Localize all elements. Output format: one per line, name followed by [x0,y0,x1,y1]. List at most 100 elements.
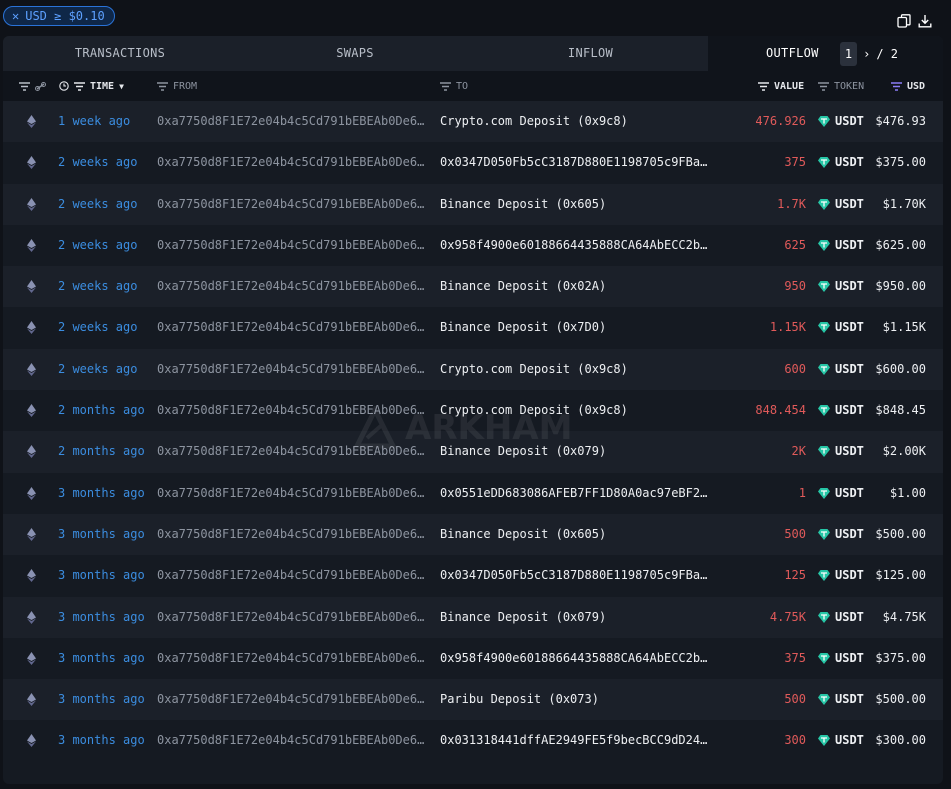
to-address[interactable]: Crypto.com Deposit (0x9c8) [440,390,713,431]
tab-outflow[interactable]: OUTFLOW [708,36,943,71]
token-cell[interactable]: USDT [818,679,864,720]
from-address[interactable]: 0xa7750d8F1E72e04b4c5Cd791bEBEAb0De6… [157,307,427,348]
filter-icon[interactable] [19,81,30,91]
time-link[interactable]: 3 months ago [58,597,145,638]
table-row[interactable]: 3 months ago 0xa7750d8F1E72e04b4c5Cd791bE… [3,679,943,721]
from-address[interactable]: 0xa7750d8F1E72e04b4c5Cd791bEBEAb0De6… [157,142,427,183]
token-cell[interactable]: USDT [818,225,864,266]
from-address[interactable]: 0xa7750d8F1E72e04b4c5Cd791bEBEAb0De6… [157,431,427,472]
copy-icon[interactable] [897,14,911,28]
token-cell[interactable]: USDT [818,307,864,348]
time-link[interactable]: 2 months ago [58,390,145,431]
time-link[interactable]: 3 months ago [58,638,145,679]
time-link[interactable]: 2 weeks ago [58,184,137,225]
table-row[interactable]: 3 months ago 0xa7750d8F1E72e04b4c5Cd791bE… [3,720,943,762]
time-filter-icon[interactable] [74,81,85,91]
from-address[interactable]: 0xa7750d8F1E72e04b4c5Cd791bEBEAb0De6… [157,225,427,266]
to-address[interactable]: Binance Deposit (0x079) [440,597,713,638]
to-address[interactable]: Binance Deposit (0x605) [440,184,713,225]
from-address[interactable]: 0xa7750d8F1E72e04b4c5Cd791bEBEAb0De6… [157,266,427,307]
table-row[interactable]: 3 months ago 0xa7750d8F1E72e04b4c5Cd791bE… [3,513,943,556]
table-row[interactable]: 2 weeks ago 0xa7750d8F1E72e04b4c5Cd791bEB… [3,348,943,391]
time-column-header[interactable]: TIME ▼ [59,71,124,101]
token-cell[interactable]: USDT [818,473,864,514]
table-row[interactable]: 2 weeks ago 0xa7750d8F1E72e04b4c5Cd791bEB… [3,142,943,184]
to-address[interactable]: 0x0347D050Fb5cC3187D880E1198705c9FBa… [440,142,713,183]
from-column-header[interactable]: FROM [157,71,197,101]
link-icon[interactable] [35,81,46,91]
to-address[interactable]: Crypto.com Deposit (0x9c8) [440,349,713,390]
time-link[interactable]: 2 weeks ago [58,142,137,183]
table-row[interactable]: 3 months ago 0xa7750d8F1E72e04b4c5Cd791bE… [3,472,943,514]
token-cell[interactable]: USDT [818,720,864,761]
next-page-chevron-icon[interactable]: › [863,47,870,61]
to-address[interactable]: Binance Deposit (0x079) [440,431,713,472]
from-address[interactable]: 0xa7750d8F1E72e04b4c5Cd791bEBEAb0De6… [157,638,427,679]
table-row[interactable]: 3 months ago 0xa7750d8F1E72e04b4c5Cd791bE… [3,555,943,597]
from-address[interactable]: 0xa7750d8F1E72e04b4c5Cd791bEBEAb0De6… [157,473,427,514]
current-page[interactable]: 1 [839,42,858,66]
token-cell[interactable]: USDT [818,349,864,390]
token-cell[interactable]: USDT [818,184,864,225]
time-link[interactable]: 2 weeks ago [58,266,137,307]
from-address[interactable]: 0xa7750d8F1E72e04b4c5Cd791bEBEAb0De6… [157,679,427,720]
table-row[interactable]: 3 months ago 0xa7750d8F1E72e04b4c5Cd791bE… [3,637,943,680]
token-cell[interactable]: USDT [818,142,864,183]
table-row[interactable]: 3 months ago 0xa7750d8F1E72e04b4c5Cd791bE… [3,596,943,638]
to-address[interactable]: 0x958f4900e60188664435888CA64AbECC2b… [440,225,713,266]
from-filter-icon[interactable] [157,81,168,91]
token-cell[interactable]: USDT [818,101,864,142]
time-link[interactable]: 3 months ago [58,473,145,514]
usd-filter-icon[interactable] [891,81,902,91]
time-link[interactable]: 3 months ago [58,514,145,555]
to-address[interactable]: Crypto.com Deposit (0x9c8) [440,101,713,142]
token-cell[interactable]: USDT [818,597,864,638]
from-address[interactable]: 0xa7750d8F1E72e04b4c5Cd791bEBEAb0De6… [157,720,427,761]
token-cell[interactable]: USDT [818,431,864,472]
time-link[interactable]: 3 months ago [58,555,145,596]
time-link[interactable]: 2 weeks ago [58,307,137,348]
to-address[interactable]: Binance Deposit (0x7D0) [440,307,713,348]
token-cell[interactable]: USDT [818,555,864,596]
download-icon[interactable] [918,14,932,28]
token-cell[interactable]: USDT [818,390,864,431]
remove-filter-icon[interactable]: ✕ [12,6,19,26]
token-column-header[interactable]: TOKEN [818,71,864,101]
from-address[interactable]: 0xa7750d8F1E72e04b4c5Cd791bEBEAb0De6… [157,349,427,390]
token-cell[interactable]: USDT [818,266,864,307]
to-address[interactable]: 0x0551eDD683086AFEB7FF1D80A0ac97eBF2… [440,473,713,514]
to-address[interactable]: Paribu Deposit (0x073) [440,679,713,720]
from-address[interactable]: 0xa7750d8F1E72e04b4c5Cd791bEBEAb0De6… [157,390,427,431]
table-row[interactable]: 2 weeks ago 0xa7750d8F1E72e04b4c5Cd791bEB… [3,224,943,267]
table-row[interactable]: 2 months ago 0xa7750d8F1E72e04b4c5Cd791bE… [3,390,943,432]
time-link[interactable]: 3 months ago [58,679,145,720]
to-address[interactable]: 0x0347D050Fb5cC3187D880E1198705c9FBa… [440,555,713,596]
time-link[interactable]: 1 week ago [58,101,130,142]
to-filter-icon[interactable] [440,81,451,91]
to-address[interactable]: 0x031318441dffAE2949FE5f9becBCC9dD24… [440,720,713,761]
from-address[interactable]: 0xa7750d8F1E72e04b4c5Cd791bEBEAb0De6… [157,184,427,225]
value-filter-icon[interactable] [758,81,769,91]
token-filter-icon[interactable] [818,81,829,91]
tab-inflow[interactable]: INFLOW [473,36,708,71]
from-address[interactable]: 0xa7750d8F1E72e04b4c5Cd791bEBEAb0De6… [157,555,427,596]
to-address[interactable]: Binance Deposit (0x605) [440,514,713,555]
tab-transactions[interactable]: TRANSACTIONS [3,36,237,71]
from-address[interactable]: 0xa7750d8F1E72e04b4c5Cd791bEBEAb0De6… [157,101,427,142]
to-address[interactable]: 0x958f4900e60188664435888CA64AbECC2b… [440,638,713,679]
table-row[interactable]: 2 months ago 0xa7750d8F1E72e04b4c5Cd791bE… [3,431,943,473]
time-link[interactable]: 2 months ago [58,431,145,472]
time-link[interactable]: 3 months ago [58,720,145,761]
tab-swaps[interactable]: SWAPS [237,36,473,71]
token-cell[interactable]: USDT [818,638,864,679]
time-link[interactable]: 2 weeks ago [58,225,137,266]
to-address[interactable]: Binance Deposit (0x02A) [440,266,713,307]
from-address[interactable]: 0xa7750d8F1E72e04b4c5Cd791bEBEAb0De6… [157,597,427,638]
table-row[interactable]: 1 week ago 0xa7750d8F1E72e04b4c5Cd791bEBE… [3,101,943,143]
usd-filter-chip[interactable]: ✕ USD ≥ $0.10 [3,6,115,26]
table-row[interactable]: 2 weeks ago 0xa7750d8F1E72e04b4c5Cd791bEB… [3,307,943,349]
value-column-header[interactable]: VALUE [758,71,804,101]
to-column-header[interactable]: TO [440,71,468,101]
usd-column-header[interactable]: USD [891,71,925,101]
sort-down-icon[interactable]: ▼ [119,82,124,91]
